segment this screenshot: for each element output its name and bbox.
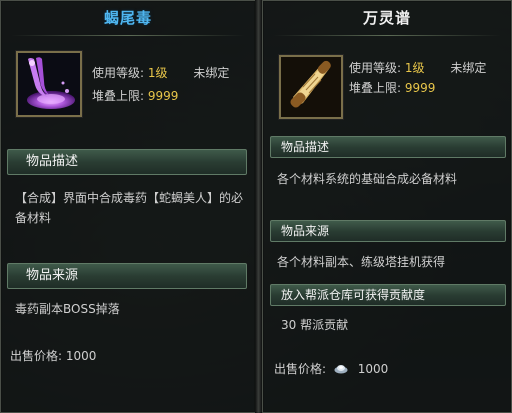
stack-limit-value: 9999 <box>404 81 436 95</box>
stack-limit-value: 9999 <box>147 89 179 103</box>
item-title: 万灵谱 <box>362 9 411 27</box>
use-level-label: 使用等级: <box>92 66 145 80</box>
description-line-1: 【合成】界面中合成毒药【蛇蝎美人】的必 <box>15 191 244 205</box>
stack-limit-row: 堆叠上限: 9999 <box>92 87 178 104</box>
bind-status: 未绑定 <box>450 61 487 75</box>
title-divider <box>11 35 245 36</box>
use-level-row: 使用等级: 1级 未绑定 <box>349 59 486 76</box>
source-header: 物品来源 <box>7 263 247 289</box>
source-text: 毒药副本BOSS掉落 <box>15 302 120 316</box>
use-level-label: 使用等级: <box>349 61 402 75</box>
description-text: 【合成】界面中合成毒药【蛇蝎美人】的必 备材料 <box>15 188 251 228</box>
purple-poison-icon <box>16 51 82 117</box>
source-text: 各个材料副本、练级塔挂机获得 <box>277 255 446 269</box>
sell-price-row: 出售价格: 1000 <box>274 360 388 377</box>
sell-price-label: 出售价格: <box>10 349 63 363</box>
sell-price-row: 出售价格: 1000 <box>10 347 96 364</box>
description-header: 物品描述 <box>7 149 247 175</box>
source-header: 物品来源 <box>270 220 506 242</box>
silver-ingot-icon <box>334 365 348 374</box>
stack-limit-label: 堆叠上限: <box>349 81 402 95</box>
item-tooltip-scorpion-venom: 蝎尾毒 使用等级: 1级 未绑定 堆叠上限: 9999 物品描述 【合成】界面中… <box>0 0 256 413</box>
use-level-row: 使用等级: 1级 未绑定 <box>92 64 229 81</box>
sell-price-value: 1000 <box>65 349 97 363</box>
scroll-icon <box>279 55 343 119</box>
guild-contribution-text: 30 帮派贡献 <box>281 318 349 332</box>
bind-status: 未绑定 <box>193 66 230 80</box>
use-level-value: 1级 <box>147 66 168 80</box>
sell-price-value: 1000 <box>357 362 389 376</box>
use-level-value: 1级 <box>404 61 425 75</box>
description-text: 各个材料系统的基础合成必备材料 <box>277 172 458 186</box>
stack-limit-row: 堆叠上限: 9999 <box>349 79 435 96</box>
item-tooltip-spirit-manual: 万灵谱 使用等级: 1级 未绑定 堆叠上限: 9999 物品描述 各个材料系统的… <box>262 0 512 413</box>
title-divider <box>273 35 501 36</box>
panel-separator <box>255 0 262 413</box>
guild-contribution-header: 放入帮派仓库可获得贡献度 <box>270 284 506 306</box>
sell-price-label: 出售价格: <box>274 362 327 376</box>
description-line-2: 备材料 <box>15 211 52 225</box>
item-title: 蝎尾毒 <box>103 9 152 27</box>
stack-limit-label: 堆叠上限: <box>92 89 145 103</box>
description-header: 物品描述 <box>270 136 506 158</box>
